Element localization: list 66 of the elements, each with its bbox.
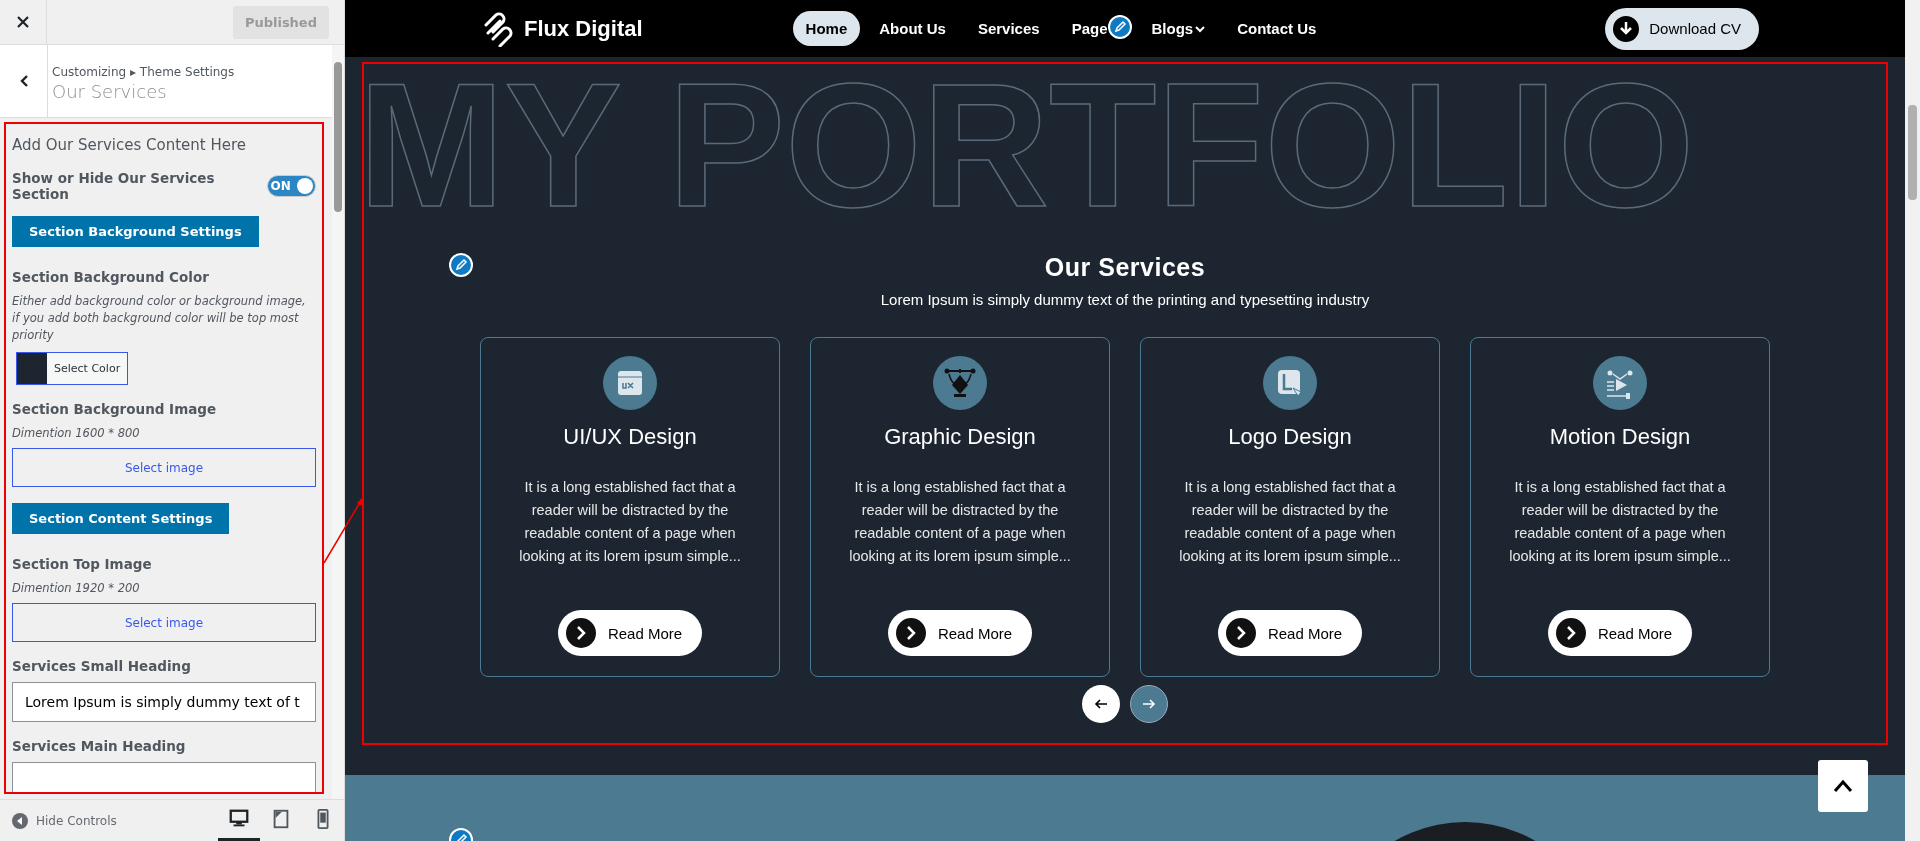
nav-link[interactable]: Home xyxy=(792,11,861,46)
section-title: Our Services xyxy=(1044,253,1206,282)
service-title: Logo Design xyxy=(1228,424,1352,450)
service-description: It is a long established fact that a reader will be distracted by the readable content of a page when looking at its lorem ipsum simple... xyxy=(1178,478,1402,566)
chevron-circle-icon xyxy=(1225,618,1256,648)
panel-title: Our Services xyxy=(52,81,168,102)
panel-scrollbar[interactable] xyxy=(332,45,344,799)
nav-link[interactable]: Contact Us xyxy=(1224,11,1330,46)
arrow-left-icon xyxy=(1094,698,1108,710)
edit-pencil-icon[interactable] xyxy=(449,253,473,277)
back-to-top-button[interactable] xyxy=(1818,760,1868,812)
arrow-right-icon xyxy=(1142,698,1156,710)
select-color-label: Select Color xyxy=(53,361,122,377)
edit-pencil-icon[interactable] xyxy=(1108,15,1132,39)
read-more-button[interactable]: Read More xyxy=(557,610,703,656)
color-picker[interactable]: Select Color xyxy=(16,352,129,385)
nav-link[interactable]: Services xyxy=(964,11,1053,46)
pen-tool-icon xyxy=(933,356,987,410)
service-title: UI/UX Design xyxy=(563,424,697,450)
read-more-button[interactable]: Read More xyxy=(887,610,1033,656)
section-settings-button[interactable]: Section Background Settings xyxy=(12,216,259,247)
nav-link[interactable]: About Us xyxy=(866,11,959,46)
chevron-circle-icon xyxy=(895,618,926,648)
close-icon xyxy=(16,15,30,29)
ux-window-icon xyxy=(603,356,657,410)
setting-label: Section Top Image xyxy=(12,556,153,572)
text-input-field[interactable] xyxy=(12,762,316,792)
read-more-button[interactable]: Read More xyxy=(1217,610,1363,656)
play-path-icon xyxy=(1593,356,1647,410)
section-subtitle: Lorem Ipsum is simply dummy text of the printing and typesetting industry xyxy=(880,291,1370,308)
next-button[interactable] xyxy=(1130,685,1168,723)
background-outline-text: MY PORTFOLIO xyxy=(364,70,1695,220)
download-icon xyxy=(1613,15,1640,42)
section-settings-button[interactable]: Section Content Settings xyxy=(12,503,230,534)
select-image-button[interactable]: Select image xyxy=(12,448,316,487)
setting-description: Dimention 1920 * 200 xyxy=(12,580,141,597)
logo-text: Flux Digital xyxy=(524,15,643,42)
download-cv-button[interactable]: Download CV xyxy=(1605,7,1759,50)
service-title: Motion Design xyxy=(1549,424,1691,450)
page-scrollbar[interactable] xyxy=(1905,0,1920,841)
letter-pen-icon xyxy=(1263,356,1317,410)
previous-button[interactable] xyxy=(1082,685,1120,723)
hide-controls-button[interactable]: Hide Controls xyxy=(12,812,117,829)
setting-description: Either add background color or background image, if you add both background color will be top most priority xyxy=(12,293,307,344)
setting-description: Dimention 1600 * 800 xyxy=(12,425,141,442)
section-heading: Add Our Services Content Here xyxy=(12,136,248,154)
service-description: It is a long established fact that a reader will be distracted by the readable content of a page when looking at its lorem ipsum simple... xyxy=(518,478,742,566)
setting-label: Services Small Heading xyxy=(12,658,192,674)
text-input-field[interactable]: Lorem Ipsum is simply dummy text of t xyxy=(12,682,316,722)
setting-label: Services Main Heading xyxy=(12,738,187,754)
nav-link[interactable]: Blogs xyxy=(1138,11,1219,46)
breadcrumb: Customizing ▸ Theme Settings xyxy=(52,65,235,79)
service-description: It is a long established fact that a reader will be distracted by the readable content of a page when looking at its lorem ipsum simple... xyxy=(1508,478,1732,566)
setting-label: Section Background Color xyxy=(12,269,210,285)
read-more-button[interactable]: Read More xyxy=(1547,610,1693,656)
service-description: It is a long established fact that a reader will be distracted by the readable content of a page when looking at its lorem ipsum simple... xyxy=(848,478,1072,566)
chevron-up-icon xyxy=(1833,779,1853,793)
service-title: Graphic Design xyxy=(884,424,1036,450)
caret-icon xyxy=(1195,24,1206,33)
toggle-switch[interactable]: ON xyxy=(267,175,316,197)
back-chevron-icon xyxy=(18,74,29,88)
setting-label: Show or Hide Our Services Section xyxy=(12,170,216,202)
chevron-circle-icon xyxy=(565,618,596,648)
chevron-circle-icon xyxy=(1555,618,1586,648)
select-image-button[interactable]: Select image xyxy=(12,603,316,642)
setting-label: Section Background Image xyxy=(12,401,218,417)
